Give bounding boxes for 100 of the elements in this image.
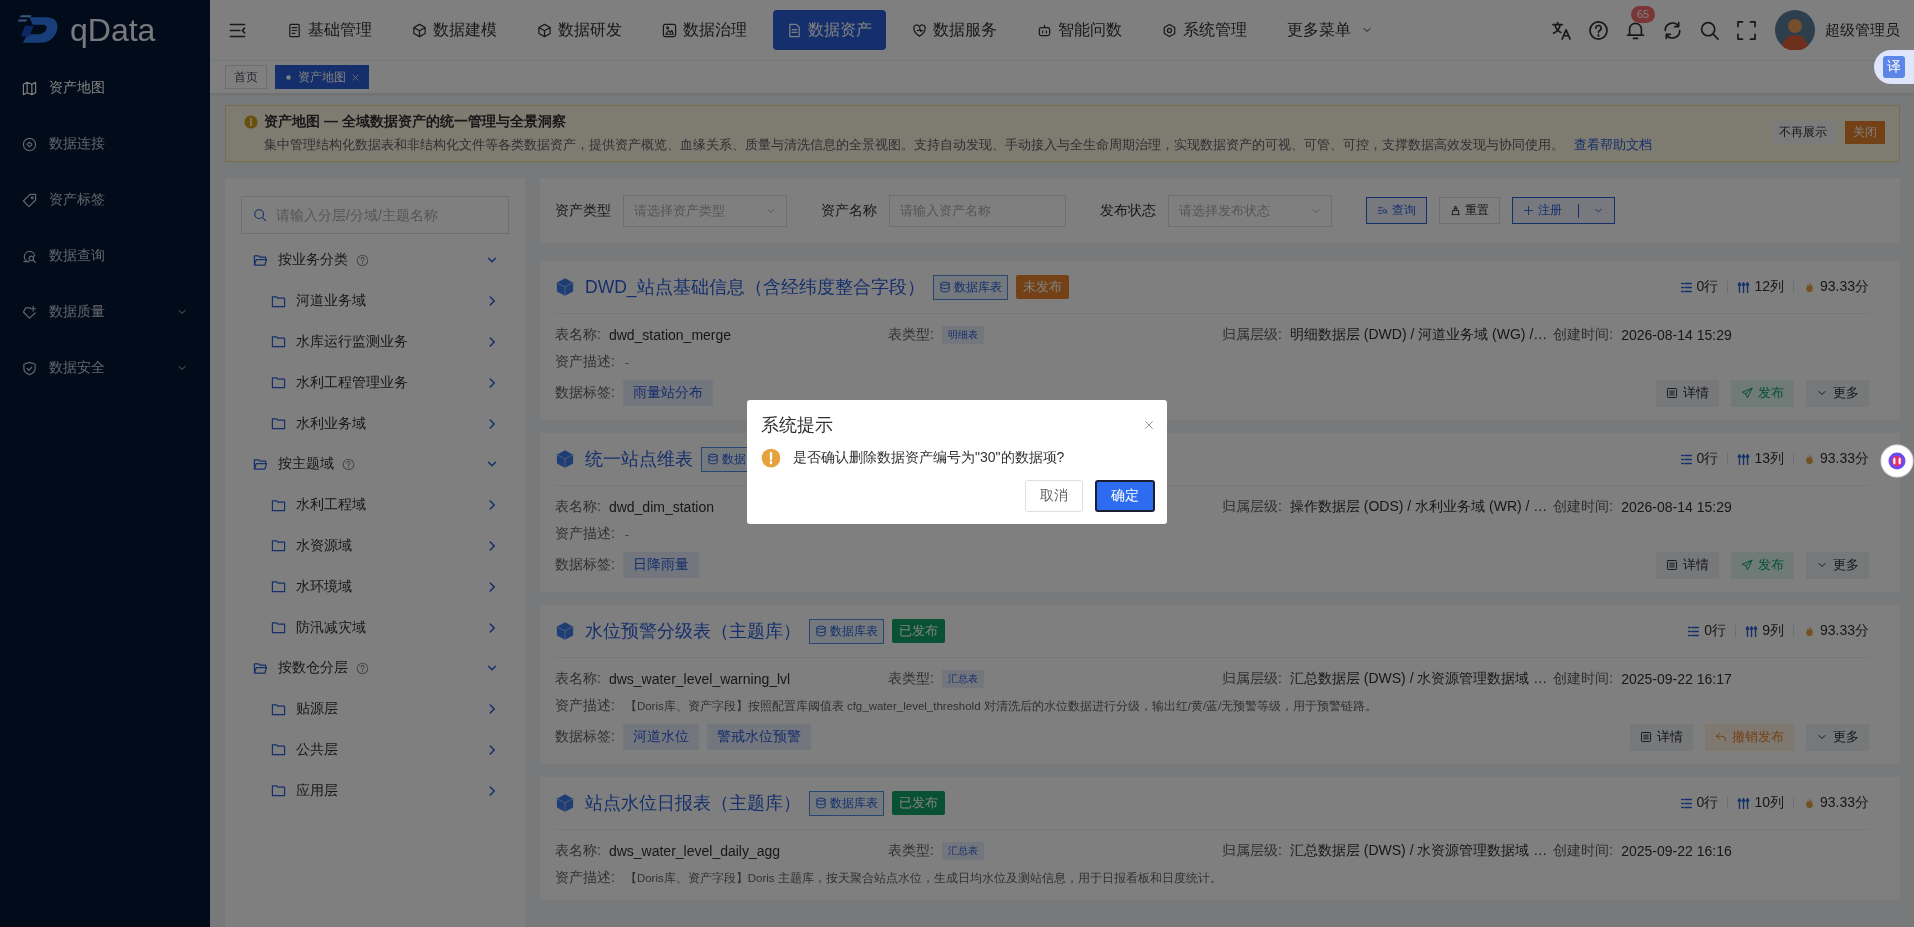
rows-icon	[1687, 624, 1701, 638]
folder-icon	[271, 579, 286, 595]
field-label: 数据标签:	[555, 728, 615, 746]
list-search-icon	[1377, 205, 1388, 216]
close-icon[interactable]	[351, 72, 360, 82]
magnifier-bubble-icon	[22, 248, 37, 264]
reset-button[interactable]: 重置	[1439, 197, 1500, 224]
folder-open-icon	[253, 456, 268, 472]
sidebar-item[interactable]: 数据查询	[0, 228, 210, 284]
translate-button[interactable]: 译	[1874, 50, 1914, 84]
nav-menu-item[interactable]: 数据研发	[523, 10, 636, 50]
list-icon	[1666, 559, 1678, 571]
nav-menu-item[interactable]: 更多菜单	[1273, 10, 1387, 50]
fullscreen-icon[interactable]	[1736, 19, 1757, 41]
field-value: dwd_dim_station	[608, 499, 714, 515]
asset-title[interactable]: 站点水位日报表（主题库）	[585, 791, 801, 815]
help-link[interactable]: 查看帮助文档	[1574, 136, 1652, 154]
document-icon	[787, 22, 802, 38]
tree-item[interactable]: 水利业务域	[241, 403, 509, 444]
tree-group-row[interactable]: 按业务分类	[241, 240, 509, 281]
field-label: 数据标签:	[555, 384, 615, 402]
folder-open-icon	[253, 252, 268, 268]
search-button[interactable]: 查询	[1366, 197, 1427, 224]
refresh-icon[interactable]	[1662, 19, 1683, 41]
tree-item-label: 水利工程域	[296, 496, 366, 515]
folder-icon	[271, 620, 286, 636]
page-tab[interactable]: 首页	[225, 65, 267, 89]
more-button[interactable]: 更多	[1806, 379, 1869, 407]
user-name[interactable]: 超级管理员	[1825, 20, 1900, 40]
banner-button[interactable]: 不再展示	[1771, 121, 1835, 144]
asset-title[interactable]: 水位预警分级表（主题库）	[585, 619, 801, 643]
translate-icon[interactable]	[1551, 19, 1572, 41]
field-label: 归属层级:	[1222, 498, 1282, 516]
sidebar-item[interactable]: 数据连接	[0, 116, 210, 172]
type-tag: 数据库表	[809, 790, 884, 816]
send-icon	[1741, 387, 1753, 399]
database-icon	[707, 453, 719, 465]
tree-item[interactable]: 应用层	[241, 770, 509, 812]
robot-icon	[1037, 22, 1052, 38]
tree-item[interactable]: 水资源域	[241, 525, 509, 567]
nav-menu-item[interactable]: 智能问数	[1023, 10, 1136, 50]
help-icon[interactable]	[1588, 19, 1609, 41]
sidebar-item[interactable]: 资产地图	[0, 60, 210, 116]
sidebar-item[interactable]: 资产标签	[0, 172, 210, 228]
tree-item[interactable]: 水利工程管理业务	[241, 362, 509, 404]
detail-button[interactable]: 详情	[1656, 551, 1719, 579]
sidebar-item[interactable]: 数据安全	[0, 340, 210, 396]
search-icon[interactable]	[1699, 19, 1720, 41]
table-type-tag: 汇总表	[941, 670, 984, 688]
confirm-button[interactable]: 确定	[1095, 480, 1155, 512]
more-button[interactable]: 更多	[1806, 551, 1869, 579]
page-tab[interactable]: 资产地图	[275, 65, 369, 89]
tree-item-label: 贴源层	[296, 700, 338, 719]
nav-menu-item[interactable]: 数据资产	[773, 10, 886, 50]
field-value: dws_water_level_warning_lvl	[608, 671, 791, 687]
assistant-icon[interactable]	[1880, 444, 1914, 478]
register-button[interactable]: 注册	[1512, 197, 1615, 224]
close-icon[interactable]	[1143, 419, 1155, 431]
asset-title[interactable]: 统一站点维表	[585, 447, 693, 471]
nav-menu-item[interactable]: 基础管理	[273, 10, 386, 50]
nav-menu-item[interactable]: 数据建模	[398, 10, 511, 50]
tree-group-row[interactable]: 按主题域	[241, 444, 509, 485]
row-count: 0行	[1696, 278, 1719, 296]
table-type-tag: 汇总表	[941, 842, 984, 860]
cancel-button[interactable]: 取消	[1025, 480, 1083, 512]
plus-icon	[1523, 205, 1534, 216]
table-type-tag: 明细表	[941, 326, 984, 344]
tree-group-row[interactable]: 按数仓分层	[241, 647, 509, 689]
folder-icon	[271, 375, 286, 391]
cube-icon	[555, 793, 575, 813]
tree-item-label: 应用层	[296, 781, 338, 800]
diamond-icon	[22, 304, 37, 320]
row-count: 0行	[1704, 622, 1727, 640]
field-value: dwd_station_merge	[608, 327, 732, 343]
tree-item[interactable]: 水库运行监测业务	[241, 321, 509, 363]
picture-frame-icon	[662, 22, 677, 38]
tree-item[interactable]: 水环境域	[241, 566, 509, 608]
tree-item[interactable]: 水利工程域	[241, 484, 509, 526]
field-label: 资产描述:	[555, 525, 615, 543]
undo-icon	[1715, 731, 1727, 743]
rows-icon	[1679, 796, 1693, 810]
detail-button[interactable]: 详情	[1630, 723, 1693, 751]
tree-item[interactable]: 河道业务域	[241, 280, 509, 322]
sidebar-item[interactable]: 数据质量	[0, 284, 210, 340]
more-button[interactable]: 更多	[1806, 723, 1869, 751]
tree-item[interactable]: 贴源层	[241, 688, 509, 730]
detail-button[interactable]: 详情	[1656, 379, 1719, 407]
field-label: 表名称:	[555, 670, 601, 688]
score: 93.33分	[1819, 278, 1869, 296]
tree-item[interactable]: 公共层	[241, 729, 509, 771]
avatar[interactable]	[1775, 10, 1815, 50]
asset-title[interactable]: DWD_站点基础信息（含经纬度整合字段）	[585, 275, 925, 299]
database-icon	[938, 281, 951, 293]
nav-menu-item[interactable]: 系统管理	[1148, 10, 1261, 50]
column-count: 12列	[1754, 278, 1784, 296]
field-label: 资产描述:	[555, 697, 615, 715]
nav-menu-item[interactable]: 数据治理	[648, 10, 761, 50]
nav-menu-item[interactable]: 数据服务	[898, 10, 1011, 50]
folder-icon	[271, 783, 286, 799]
tree-item[interactable]: 防汛减灾域	[241, 607, 509, 648]
